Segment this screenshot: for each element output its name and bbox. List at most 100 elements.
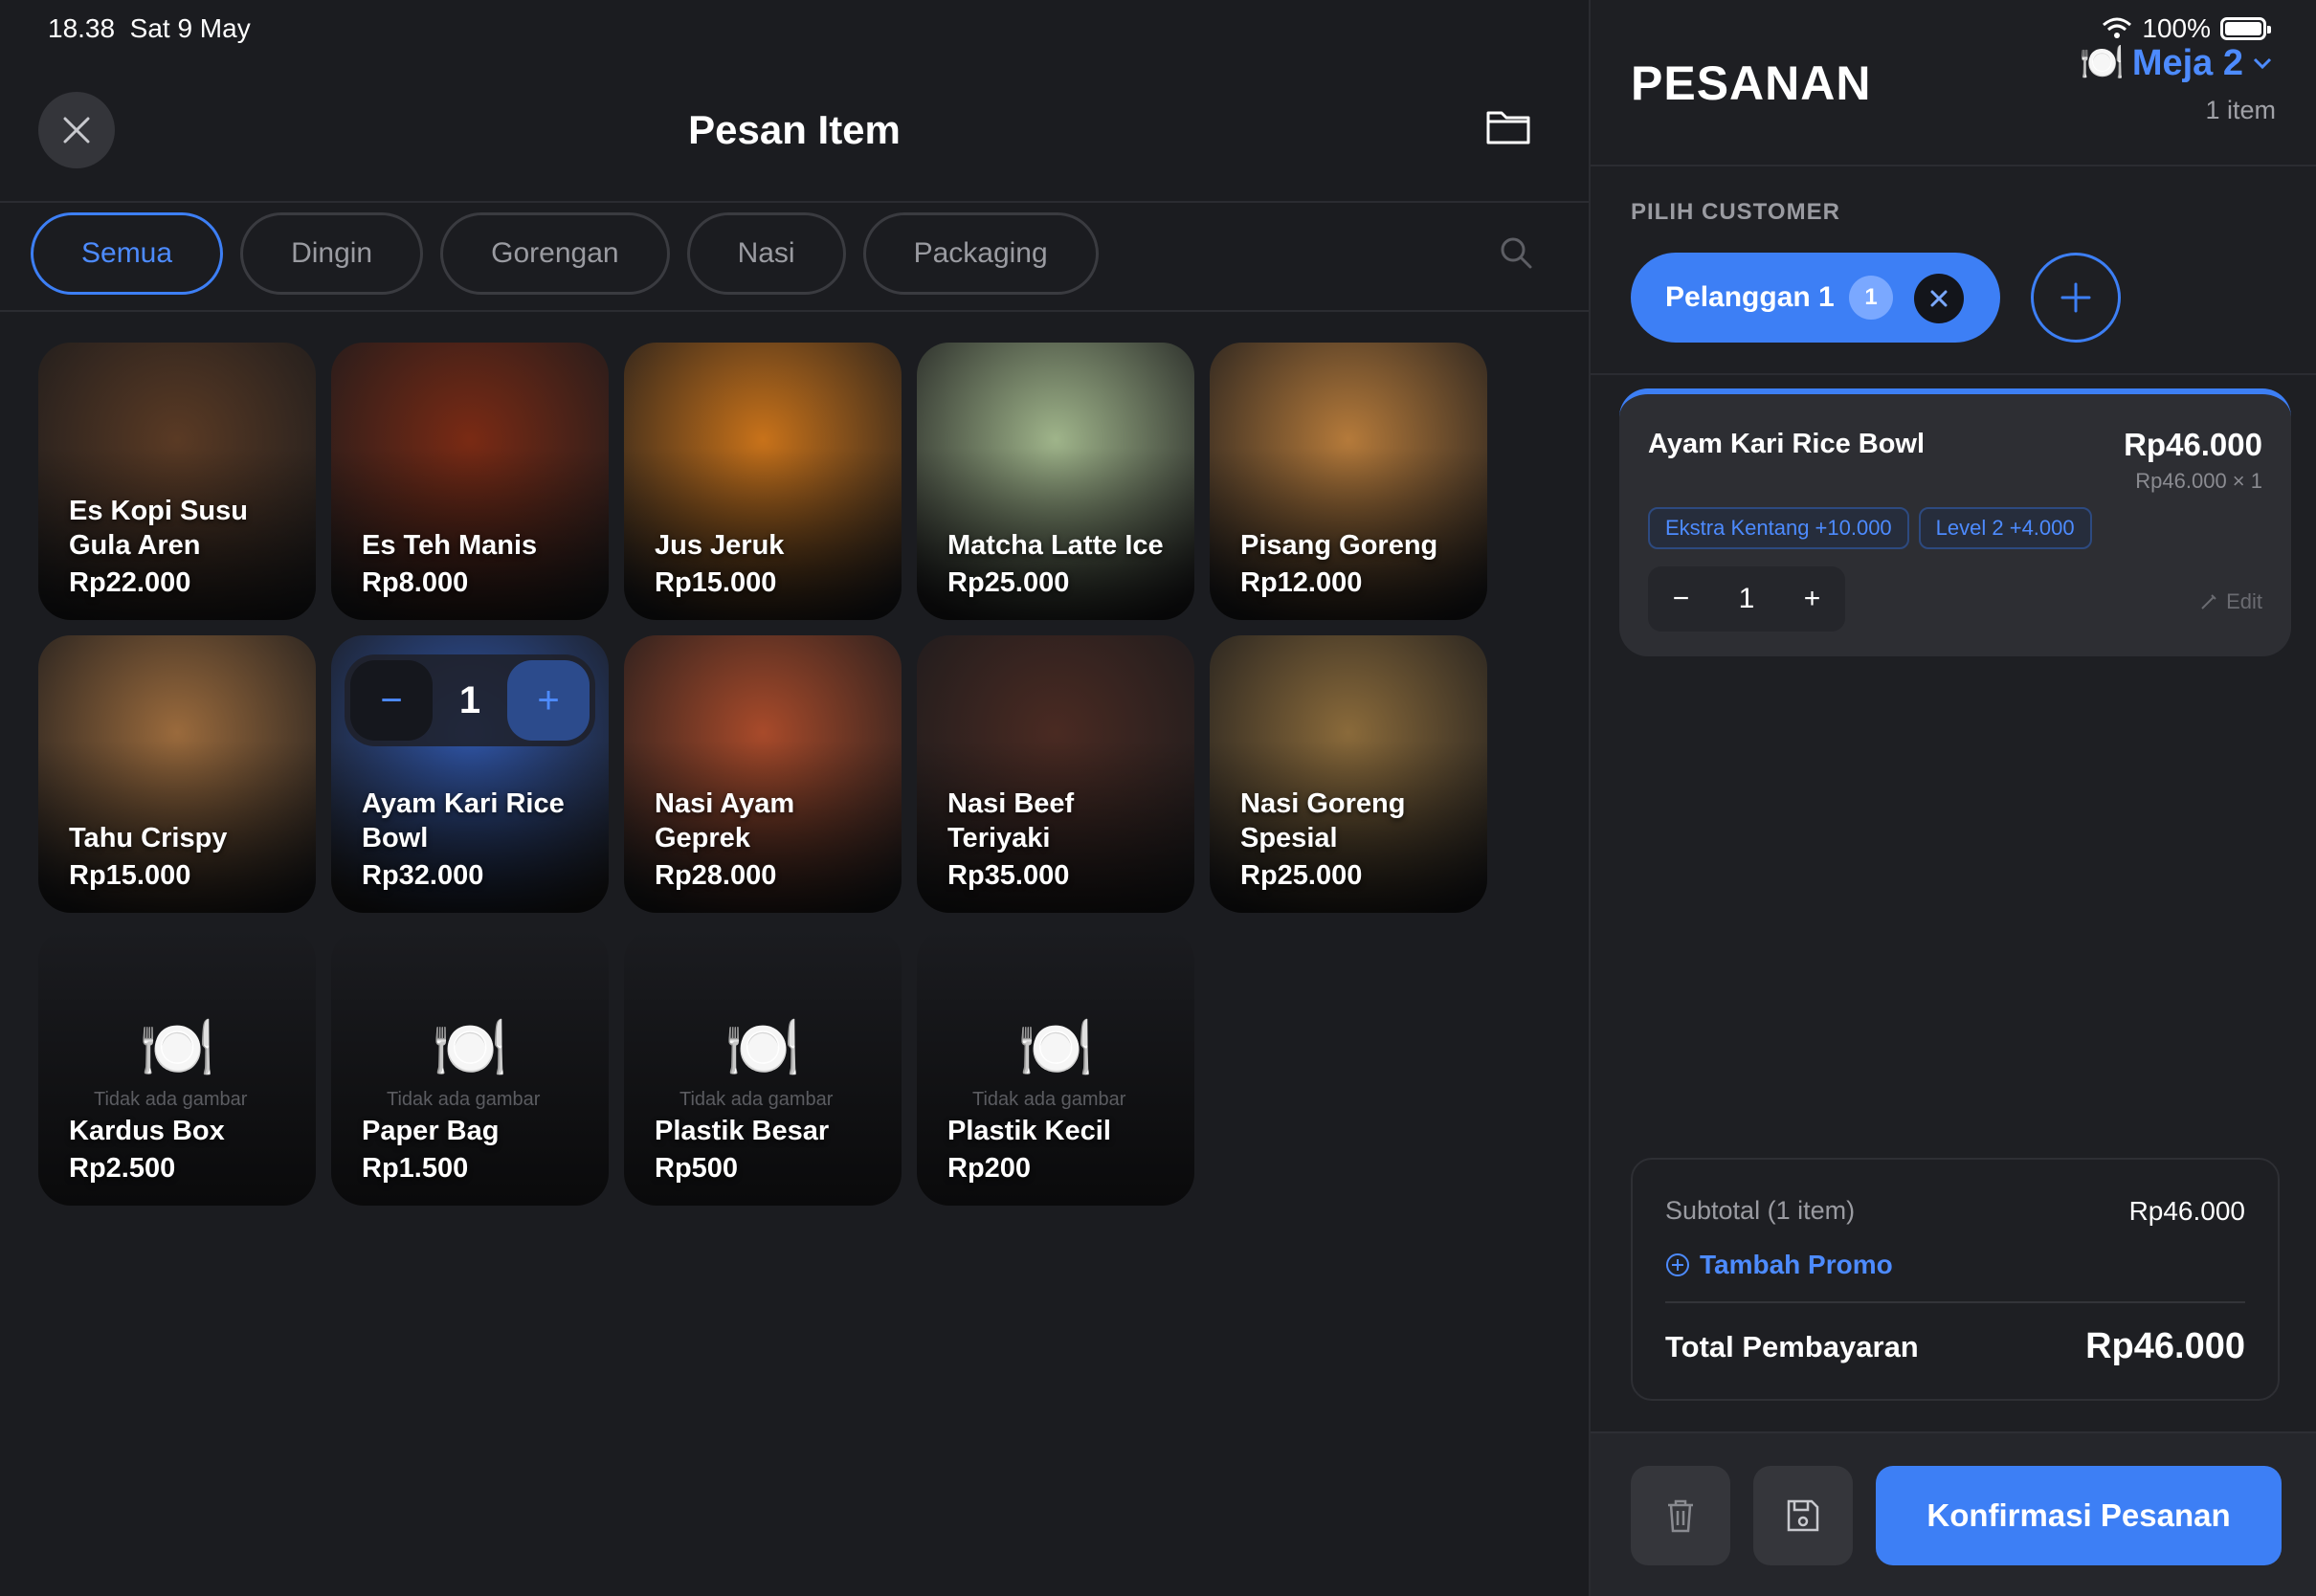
add-promo-button[interactable]: Tambah Promo bbox=[1665, 1250, 1893, 1280]
decrement-button[interactable]: − bbox=[350, 660, 433, 741]
category-tab-packaging[interactable]: Packaging bbox=[862, 212, 1099, 295]
product-card[interactable]: Nasi Goreng Spesial Rp25.000 bbox=[1210, 635, 1487, 913]
product-price: Rp25.000 bbox=[947, 567, 1070, 598]
product-name: Tahu Crispy bbox=[69, 823, 228, 853]
folder-icon bbox=[1486, 111, 1530, 144]
plus-icon bbox=[2060, 282, 2091, 313]
product-card[interactable]: 🍽️ Tidak ada gambar Plastik Besar Rp500 bbox=[624, 928, 902, 1206]
divider bbox=[1665, 1301, 2245, 1303]
trash-icon bbox=[1668, 1499, 1693, 1533]
customer-chip[interactable]: Pelanggan 1 1 bbox=[1631, 253, 2000, 343]
table-label: Meja 2 bbox=[2131, 42, 2243, 83]
product-price: Rp22.000 bbox=[69, 567, 191, 598]
quantity-value: 1 bbox=[1738, 583, 1755, 614]
product-price: Rp32.000 bbox=[362, 860, 484, 891]
decrement-button[interactable]: − bbox=[1673, 583, 1690, 615]
product-name: Ayam Kari Rice Bowl bbox=[362, 788, 565, 853]
category-tab-gorengan[interactable]: Gorengan bbox=[440, 212, 670, 295]
product-price: Rp200 bbox=[947, 1153, 1032, 1184]
status-indicators: 100% bbox=[2102, 13, 2271, 44]
product-name: Es Kopi Susu Gula Aren bbox=[69, 496, 248, 561]
chevron-down-icon bbox=[2253, 57, 2272, 70]
modifier-tag: Ekstra Kentang +10.000 bbox=[1648, 507, 1909, 549]
order-panel: 100% PESANAN 🍽️ Meja 2 1 item PILIH CUST… bbox=[1589, 0, 2316, 1596]
total-label: Total Pembayaran bbox=[1665, 1330, 1919, 1363]
product-price: Rp12.000 bbox=[1240, 567, 1363, 598]
menu-panel: 18.38 Sat 9 May Pesan Item Semua Dingin Go… bbox=[0, 0, 1589, 1596]
product-card[interactable]: Es Teh Manis Rp8.000 bbox=[331, 343, 609, 620]
plus-circle-icon bbox=[1666, 1253, 1689, 1276]
product-name: Paper Bag bbox=[362, 1116, 500, 1146]
quantity-value: 1 bbox=[458, 678, 481, 721]
product-card[interactable]: Nasi Ayam Geprek Rp28.000 bbox=[624, 635, 902, 913]
save-order-button[interactable] bbox=[1753, 1466, 1853, 1565]
product-card[interactable]: 🍽️ Tidak ada gambar Paper Bag Rp1.500 bbox=[331, 928, 609, 1206]
product-name: Nasi Goreng Spesial bbox=[1240, 788, 1406, 853]
plate-icon: 🍽️ bbox=[724, 1013, 801, 1082]
edit-label: Edit bbox=[2226, 589, 2262, 613]
no-image-label: Tidak ada gambar bbox=[679, 1089, 834, 1110]
remove-customer-button[interactable] bbox=[1914, 274, 1964, 323]
modifier-tags: Ekstra Kentang +10.000 Level 2 +4.000 bbox=[1648, 507, 2092, 549]
category-tab-dingin[interactable]: Dingin bbox=[240, 212, 424, 295]
order-title: PESANAN bbox=[1631, 56, 1872, 110]
product-price: Rp25.000 bbox=[1240, 860, 1363, 891]
product-card[interactable]: Matcha Latte Ice Rp25.000 bbox=[917, 343, 1194, 620]
divider bbox=[1591, 165, 2316, 166]
line-item-name: Ayam Kari Rice Bowl bbox=[1648, 429, 1926, 459]
increment-button[interactable]: + bbox=[507, 660, 590, 741]
plate-icon: 🍽️ bbox=[1017, 1013, 1094, 1082]
edit-button[interactable]: Edit bbox=[2199, 589, 2262, 614]
product-name: Nasi Ayam Geprek bbox=[655, 788, 795, 853]
order-footer: Konfirmasi Pesanan bbox=[1591, 1431, 2316, 1596]
add-customer-button[interactable] bbox=[2031, 253, 2121, 343]
product-name: Plastik Besar bbox=[655, 1116, 830, 1146]
order-summary: Subtotal (1 item) Rp46.000 Tambah Promo … bbox=[1631, 1158, 2280, 1401]
order-line-item[interactable]: Ayam Kari Rice Bowl Rp46.000 Rp46.000 × … bbox=[1619, 388, 2291, 656]
product-price: Rp15.000 bbox=[655, 567, 777, 598]
folder-button[interactable] bbox=[1485, 107, 1533, 149]
category-tabs: Semua Dingin Gorengan Nasi Packaging bbox=[31, 212, 1099, 295]
increment-button[interactable]: + bbox=[1804, 583, 1821, 615]
battery-percent: 100% bbox=[2142, 13, 2211, 43]
product-price: Rp1.500 bbox=[362, 1153, 469, 1184]
date: Sat 9 May bbox=[129, 13, 251, 43]
customer-name: Pelanggan 1 bbox=[1665, 281, 1835, 313]
product-card[interactable]: 🍽️ Tidak ada gambar Kardus Box Rp2.500 bbox=[38, 928, 316, 1206]
save-icon bbox=[1787, 1499, 1819, 1532]
product-card[interactable]: Nasi Beef Teriyaki Rp35.000 bbox=[917, 635, 1194, 913]
product-card[interactable]: Es Kopi Susu Gula Aren Rp22.000 bbox=[38, 343, 316, 620]
wifi-icon bbox=[2103, 17, 2132, 38]
line-item-price: Rp46.000 bbox=[2124, 427, 2262, 462]
product-name: Kardus Box bbox=[69, 1116, 225, 1146]
quantity-stepper: −1 + bbox=[345, 654, 595, 746]
category-tab-semua[interactable]: Semua bbox=[31, 212, 224, 295]
promo-label: Tambah Promo bbox=[1700, 1250, 1893, 1279]
line-item-unit-price: Rp46.000 × 1 bbox=[2135, 469, 2262, 493]
product-card[interactable]: −1 + Ayam Kari Rice Bowl Rp32.000 bbox=[331, 635, 609, 913]
category-tab-nasi[interactable]: Nasi bbox=[686, 212, 846, 295]
product-price: Rp500 bbox=[655, 1153, 739, 1184]
product-price: Rp2.500 bbox=[69, 1153, 176, 1184]
product-name: Es Teh Manis bbox=[362, 530, 538, 561]
product-card[interactable]: 🍽️ Tidak ada gambar Plastik Kecil Rp200 bbox=[917, 928, 1194, 1206]
no-image-label: Tidak ada gambar bbox=[94, 1089, 248, 1110]
product-price: Rp28.000 bbox=[655, 860, 777, 891]
table-selector[interactable]: 🍽️ Meja 2 bbox=[2080, 42, 2275, 84]
confirm-order-button[interactable]: Konfirmasi Pesanan bbox=[1876, 1466, 2282, 1565]
delete-order-button[interactable] bbox=[1631, 1466, 1730, 1565]
divider bbox=[1591, 373, 2316, 375]
product-name: Nasi Beef Teriyaki bbox=[947, 788, 1075, 853]
subtotal-value: Rp46.000 bbox=[2128, 1196, 2245, 1226]
clock: 18.38 bbox=[48, 13, 116, 43]
product-card[interactable]: Jus Jeruk Rp15.000 bbox=[624, 343, 902, 620]
pencil-icon bbox=[2201, 594, 2216, 610]
plate-icon: 🍽️ bbox=[432, 1013, 508, 1082]
product-card[interactable]: Pisang Goreng Rp12.000 bbox=[1210, 343, 1487, 620]
plate-icon: 🍽️ bbox=[2079, 43, 2125, 83]
product-card[interactable]: Tahu Crispy Rp15.000 bbox=[38, 635, 316, 913]
page-title: Pesan Item bbox=[688, 107, 901, 152]
customer-badge: 1 bbox=[1849, 276, 1893, 320]
search-button[interactable] bbox=[1499, 235, 1533, 270]
modifier-tag: Level 2 +4.000 bbox=[1918, 507, 2092, 549]
